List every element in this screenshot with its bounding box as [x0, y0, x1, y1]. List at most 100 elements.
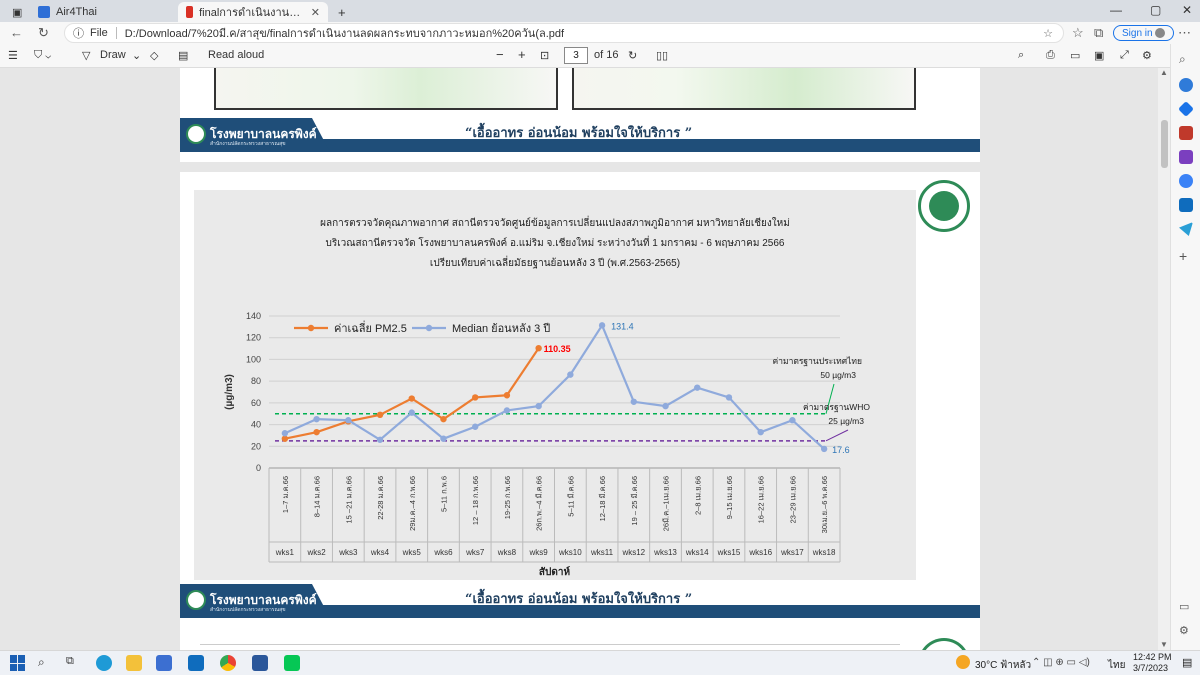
rotate-icon[interactable]: ↻ — [628, 49, 637, 62]
address-prefix: File — [90, 27, 108, 39]
refresh-icon[interactable]: ↻ — [38, 25, 49, 41]
data-point — [820, 445, 828, 453]
scrollbar-thumb[interactable] — [1161, 120, 1168, 168]
microsoft-365-icon[interactable] — [1179, 174, 1193, 188]
tag-icon[interactable] — [1178, 101, 1194, 117]
map-image-right — [572, 68, 916, 110]
search-taskbar-icon[interactable]: ⌕ — [38, 655, 54, 671]
toolbox-icon[interactable] — [1179, 126, 1193, 140]
word-icon[interactable] — [252, 655, 268, 671]
data-point — [471, 394, 479, 401]
close-window-button[interactable]: ✕ — [1182, 3, 1192, 17]
back-icon[interactable]: ← — [10, 25, 23, 40]
input-language[interactable]: ไทย — [1108, 658, 1125, 673]
url-text: D:/Download/7%20มี.ค/สาสุข/finalการดำเนิ… — [124, 28, 565, 40]
new-tab-button[interactable]: + — [330, 2, 354, 22]
games-icon[interactable] — [1179, 150, 1193, 164]
sidebar-settings-icon[interactable]: ⚙ — [1179, 624, 1193, 638]
address-bar[interactable]: ⓘ File D:/Download/7%20มี.ค/สาสุข/finalก… — [64, 23, 1064, 43]
reference-leader — [825, 429, 849, 442]
tab-air4thai[interactable]: Air4Thai — [30, 2, 170, 22]
data-label: 17.6 — [832, 445, 850, 455]
week-label: wks1 — [275, 548, 295, 557]
settings-icon[interactable]: ⚙ — [1142, 49, 1152, 62]
tab-pdf[interactable]: finalการดำเนินงานลดผลกระทบจากก ✕ — [178, 2, 328, 22]
save-as-icon[interactable]: ▣ — [1094, 49, 1104, 62]
page-total: of 16 — [594, 49, 619, 61]
highlight-icon[interactable]: ⛉ ⌄ — [34, 49, 51, 62]
mail-icon[interactable] — [188, 655, 204, 671]
file-explorer-icon[interactable] — [126, 655, 142, 671]
y-tick-label: 60 — [251, 398, 261, 408]
fit-page-icon[interactable]: ⊡ — [540, 49, 549, 62]
draw-button[interactable]: Draw — [100, 49, 126, 61]
close-tab-icon[interactable]: ✕ — [311, 6, 320, 19]
start-icon[interactable] — [10, 655, 26, 671]
hospital-subtitle: สำนักงานปลัดกระทรวงสาธารณสุข — [210, 607, 286, 613]
search-sidebar-icon[interactable]: ⌕ — [1179, 52, 1193, 66]
favorites-icon[interactable]: ☆ — [1072, 25, 1084, 41]
vertical-scrollbar[interactable]: ▲ ▼ — [1158, 68, 1170, 650]
x-tick-label: 22-28 ม.ค.66 — [376, 476, 385, 520]
minimize-button[interactable]: — — [1110, 3, 1122, 17]
page-number-input[interactable]: 3 — [564, 47, 588, 64]
legend-label: Median ย้อนหลัง 3 ปี — [452, 322, 550, 335]
weather-icon[interactable] — [956, 655, 970, 669]
send-icon[interactable] — [1179, 222, 1193, 236]
outlook-icon[interactable] — [1179, 198, 1193, 212]
moph-logo-icon — [918, 180, 970, 232]
scroll-up-icon[interactable]: ▲ — [1160, 68, 1168, 77]
pdf-page-current: ผลการตรวจวัดคุณภาพอากาศ สถานีตรวจวัดศูนย… — [180, 172, 980, 642]
data-point — [725, 394, 733, 401]
edge-taskbar-icon[interactable] — [96, 655, 112, 671]
task-view-icon[interactable]: ⧉ — [66, 655, 82, 671]
maximize-button[interactable]: ▢ — [1150, 3, 1161, 17]
map-image-left — [214, 68, 558, 110]
fullscreen-icon[interactable]: ⤢ — [1120, 49, 1129, 62]
more-menu-icon[interactable]: ⋯ — [1178, 25, 1191, 41]
weather-text[interactable]: 30°C ฟ้าหลัว — [975, 658, 1031, 673]
info-icon[interactable]: ⓘ — [73, 25, 84, 41]
y-axis-label: (µg/m3) — [224, 374, 235, 410]
sidebar-layout-icon[interactable]: ▭ — [1179, 600, 1193, 614]
start-tile-icon — [10, 655, 17, 663]
read-aloud-icon[interactable]: ▤ — [178, 49, 188, 62]
add-sidebar-icon[interactable]: + — [1179, 248, 1193, 264]
data-point — [440, 415, 447, 423]
draw-icon[interactable]: ▽ — [82, 49, 90, 62]
chrome-icon[interactable] — [220, 655, 236, 671]
page-view-icon[interactable]: ▯▯ — [656, 49, 668, 62]
scroll-down-icon[interactable]: ▼ — [1160, 640, 1168, 649]
week-label: wks4 — [370, 548, 390, 557]
tab-actions-button[interactable]: ▣ — [4, 2, 30, 22]
collections-icon[interactable]: ⧉ — [1094, 25, 1103, 41]
page-banner: โรงพยาบาลนครพิงค์ สำนักงานปลัดกระทรวงสาธ… — [180, 118, 980, 152]
search-icon[interactable]: ⌕ — [1018, 49, 1024, 62]
bing-icon[interactable] — [1179, 78, 1193, 92]
sign-in-button[interactable]: Sign in — [1113, 25, 1175, 41]
week-label: wks12 — [621, 548, 645, 557]
contents-icon[interactable]: ☰ — [8, 49, 18, 62]
x-tick-label: 8–14 ม.ค.66 — [313, 476, 322, 517]
zoom-in-button[interactable]: + — [518, 47, 526, 62]
read-aloud-button[interactable]: Read aloud — [208, 49, 264, 61]
x-tick-label: 12 – 18 ก.พ.66 — [471, 476, 480, 525]
data-point — [408, 395, 415, 402]
data-point — [757, 428, 764, 436]
tab-strip: ▣ Air4Thai finalการดำเนินงานลดผลกระทบจาก… — [0, 0, 1200, 22]
notifications-icon[interactable]: ▤ — [1182, 656, 1192, 669]
store-icon[interactable] — [156, 655, 172, 671]
erase-icon[interactable]: ◇ — [150, 49, 158, 62]
save-icon[interactable]: ▭ — [1070, 49, 1080, 62]
data-point — [440, 435, 447, 442]
tray-icons[interactable]: ⌃ ◫ ⊕ ▭ ◁) — [1032, 657, 1090, 668]
moph-logo-inner — [929, 191, 959, 221]
line-app-icon[interactable] — [284, 655, 300, 671]
clock-time[interactable]: 12:42 PM — [1133, 652, 1172, 662]
zoom-out-button[interactable]: − — [496, 47, 504, 62]
start-tile-icon — [18, 663, 25, 671]
clock-date[interactable]: 3/7/2023 — [1133, 663, 1168, 673]
print-icon[interactable]: ⎙ — [1046, 49, 1055, 62]
draw-options-icon[interactable]: ⌄ — [132, 49, 141, 62]
favorite-star-icon[interactable]: ☆ — [1043, 27, 1053, 40]
